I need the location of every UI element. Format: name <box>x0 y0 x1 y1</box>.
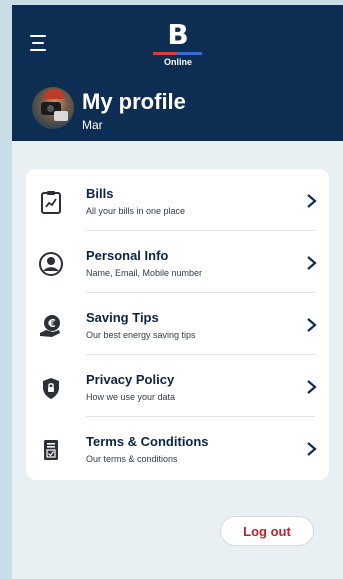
app-screen: B Online My profile Mar Bills All your b <box>12 5 343 579</box>
menu-line <box>30 35 46 37</box>
menu-item-subtitle: Name, Email, Mobile number <box>86 268 203 278</box>
chevron-right-icon <box>305 379 319 395</box>
menu-item-subtitle: Our terms & conditions <box>86 454 178 464</box>
document-check-icon <box>38 437 64 463</box>
menu-item-subtitle: How we use your data <box>86 392 176 402</box>
menu-item-terms-conditions[interactable]: Terms & Conditions Our terms & condition… <box>26 417 329 479</box>
svg-text:€: € <box>47 317 56 330</box>
logo-blue-bar <box>177 52 202 55</box>
menu-item-privacy-policy[interactable]: Privacy Policy How we use your data <box>26 355 329 417</box>
shield-lock-icon <box>38 375 64 401</box>
hamburger-menu-icon[interactable] <box>30 35 50 51</box>
menu-item-title: Bills <box>86 186 114 201</box>
menu-line <box>30 49 46 51</box>
user-circle-icon <box>38 251 64 277</box>
menu-item-saving-tips[interactable]: € Saving Tips Our best energy saving tip… <box>26 293 329 355</box>
chevron-right-icon <box>305 255 319 271</box>
euro-hand-icon: € <box>38 313 64 339</box>
avatar <box>32 87 74 129</box>
chevron-right-icon <box>305 193 319 209</box>
logo-letter: B <box>167 18 189 51</box>
menu-item-title: Terms & Conditions <box>86 434 209 449</box>
user-name: Mar <box>82 118 103 132</box>
chevron-right-icon <box>305 317 319 333</box>
logout-button[interactable]: Log out <box>220 516 314 546</box>
profile-menu-card: Bills All your bills in one place Person… <box>26 169 329 480</box>
menu-item-personal-info[interactable]: Personal Info Name, Email, Mobile number <box>26 231 329 293</box>
clipboard-chart-icon <box>38 189 64 215</box>
menu-line <box>32 42 44 44</box>
menu-item-title: Saving Tips <box>86 310 159 325</box>
menu-item-title: Privacy Policy <box>86 372 175 387</box>
page-title: My profile <box>82 89 186 114</box>
logo-subtitle: Online <box>163 57 192 67</box>
menu-item-subtitle: Our best energy saving tips <box>86 330 196 340</box>
profile-header: B Online My profile Mar <box>12 5 343 141</box>
menu-item-bills[interactable]: Bills All your bills in one place <box>26 169 329 231</box>
menu-item-subtitle: All your bills in one place <box>86 206 186 216</box>
menu-item-title: Personal Info <box>86 248 169 263</box>
logo-red-bar <box>153 52 177 55</box>
brand-logo: B Online <box>152 19 204 69</box>
chevron-right-icon <box>305 441 319 457</box>
